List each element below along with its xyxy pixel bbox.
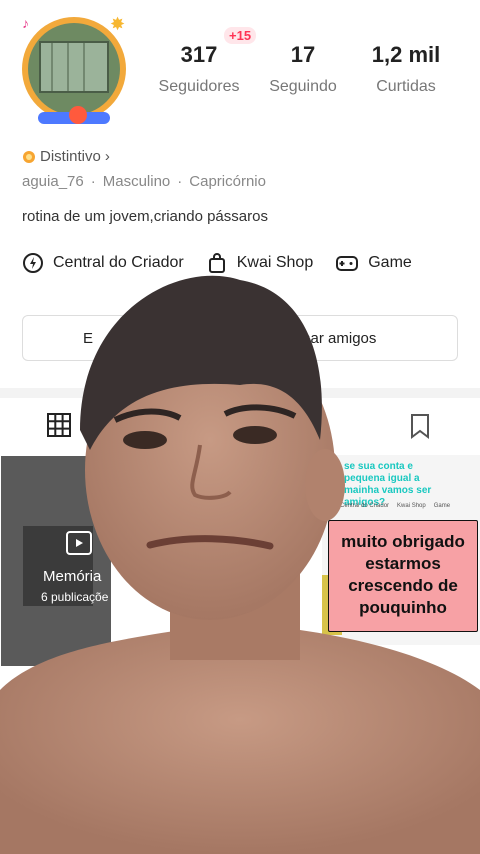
thank-you-sticker: muito obrigado estarmos crescendo de pou… xyxy=(328,520,478,632)
badge-icon xyxy=(23,150,35,163)
followers-delta-badge: +15 xyxy=(224,27,257,44)
stat-followers[interactable]: 317 Seguidores xyxy=(144,42,254,96)
profile-meta: aguia_76 · Masculino · Capricórnio xyxy=(22,173,266,190)
followers-count: 317 xyxy=(180,42,218,67)
meta-separator: · xyxy=(90,173,96,190)
distintivo-link[interactable]: Distintivo › xyxy=(22,148,110,165)
username: aguia_76 xyxy=(22,173,84,190)
likes-count: 1,2 mil xyxy=(371,42,441,67)
distintivo-label: Distintivo xyxy=(40,148,101,165)
profile-avatar[interactable]: ♪ ✸ xyxy=(18,12,130,126)
following-count: 17 xyxy=(290,42,316,67)
likes-label: Curtidas xyxy=(376,78,436,95)
gender: Masculino xyxy=(102,173,171,190)
zodiac-sign: Capricórnio xyxy=(189,173,266,190)
svg-text:✸: ✸ xyxy=(110,14,125,34)
followers-label: Seguidores xyxy=(158,78,240,95)
svg-text:♪: ♪ xyxy=(22,15,29,31)
stat-likes[interactable]: 1,2 mil Curtidas xyxy=(351,42,461,96)
chevron-right-icon: › xyxy=(104,148,110,165)
following-label: Seguindo xyxy=(269,78,337,95)
meta-separator: · xyxy=(177,173,183,190)
stat-following[interactable]: 17 Seguindo xyxy=(248,42,358,96)
profile-bio: rotina de um jovem,criando pássaros xyxy=(22,208,268,225)
